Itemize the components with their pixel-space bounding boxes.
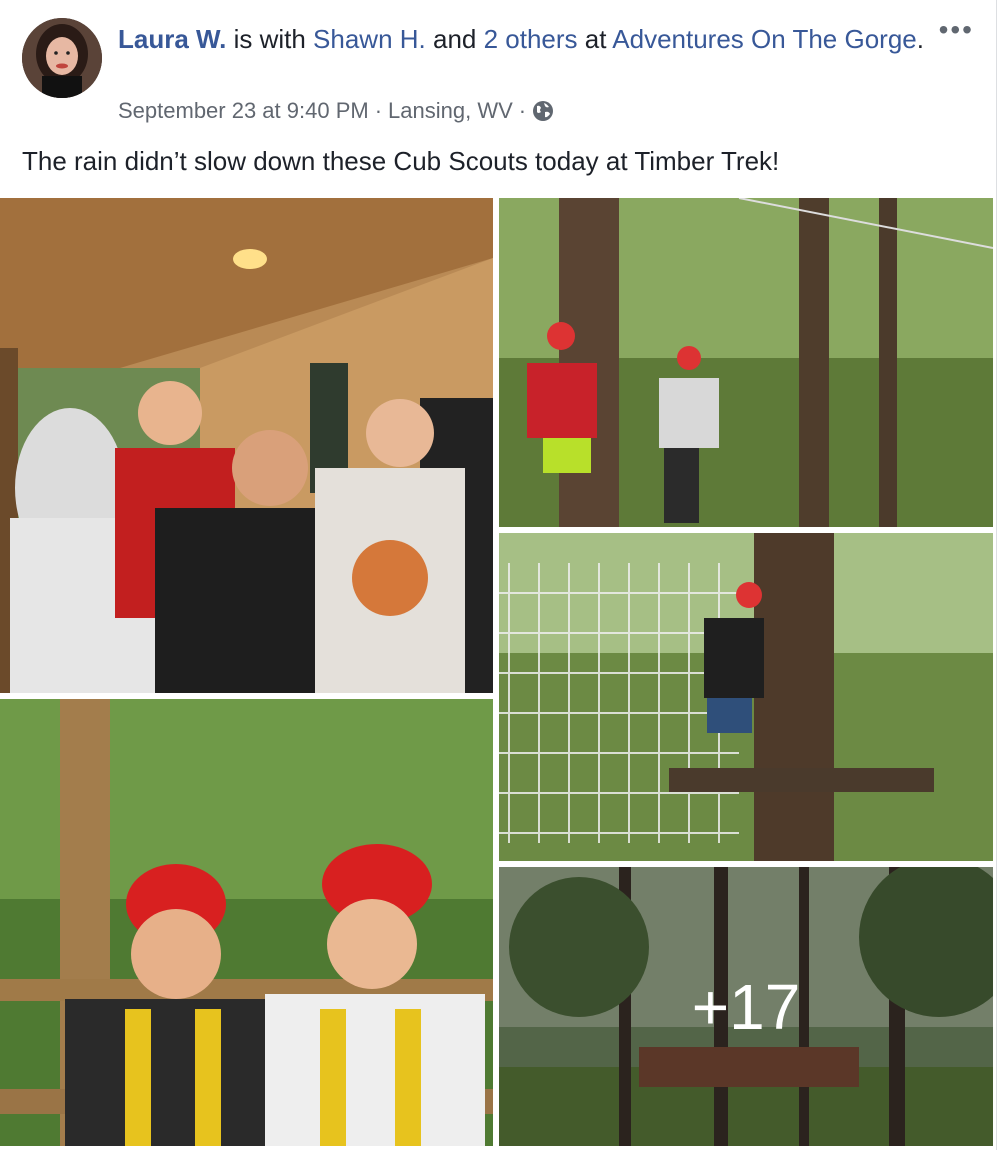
period-text: .: [916, 24, 924, 54]
globe-icon[interactable]: [532, 100, 554, 122]
more-photos-count: +17: [691, 970, 801, 1043]
meta-separator: ·: [518, 98, 527, 123]
author-avatar[interactable]: [22, 18, 102, 98]
post-card: Laura W. is with Shawn H. and 2 others a…: [0, 0, 997, 1150]
post-timestamp-link[interactable]: September 23 at 9:40 PM: [118, 98, 369, 124]
photo-1[interactable]: [0, 198, 493, 693]
photo-5-more[interactable]: +17: [499, 867, 993, 1146]
author-name-link[interactable]: Laura W.: [118, 24, 226, 54]
tagged-person-link[interactable]: Shawn H.: [313, 24, 426, 54]
post-meta: September 23 at 9:40 PM · Lansing, WV ·: [118, 98, 554, 124]
others-link[interactable]: 2 others: [484, 24, 578, 54]
more-photos-overlay[interactable]: +17: [499, 867, 993, 1146]
post-header: Laura W. is with Shawn H. and 2 others a…: [118, 20, 928, 58]
photo-3[interactable]: [499, 533, 993, 861]
photo-2[interactable]: [499, 198, 993, 527]
more-options-icon[interactable]: •••: [939, 16, 974, 44]
place-link[interactable]: Adventures On The Gorge: [612, 24, 916, 54]
at-text: at: [577, 24, 613, 54]
meta-separator: ·: [374, 98, 383, 123]
photo-4[interactable]: [0, 699, 493, 1146]
post-text: The rain didn’t slow down these Cub Scou…: [22, 146, 780, 176]
and-text: and: [425, 24, 484, 54]
with-text: is with: [226, 24, 314, 54]
location-link[interactable]: Lansing, WV: [388, 98, 513, 124]
